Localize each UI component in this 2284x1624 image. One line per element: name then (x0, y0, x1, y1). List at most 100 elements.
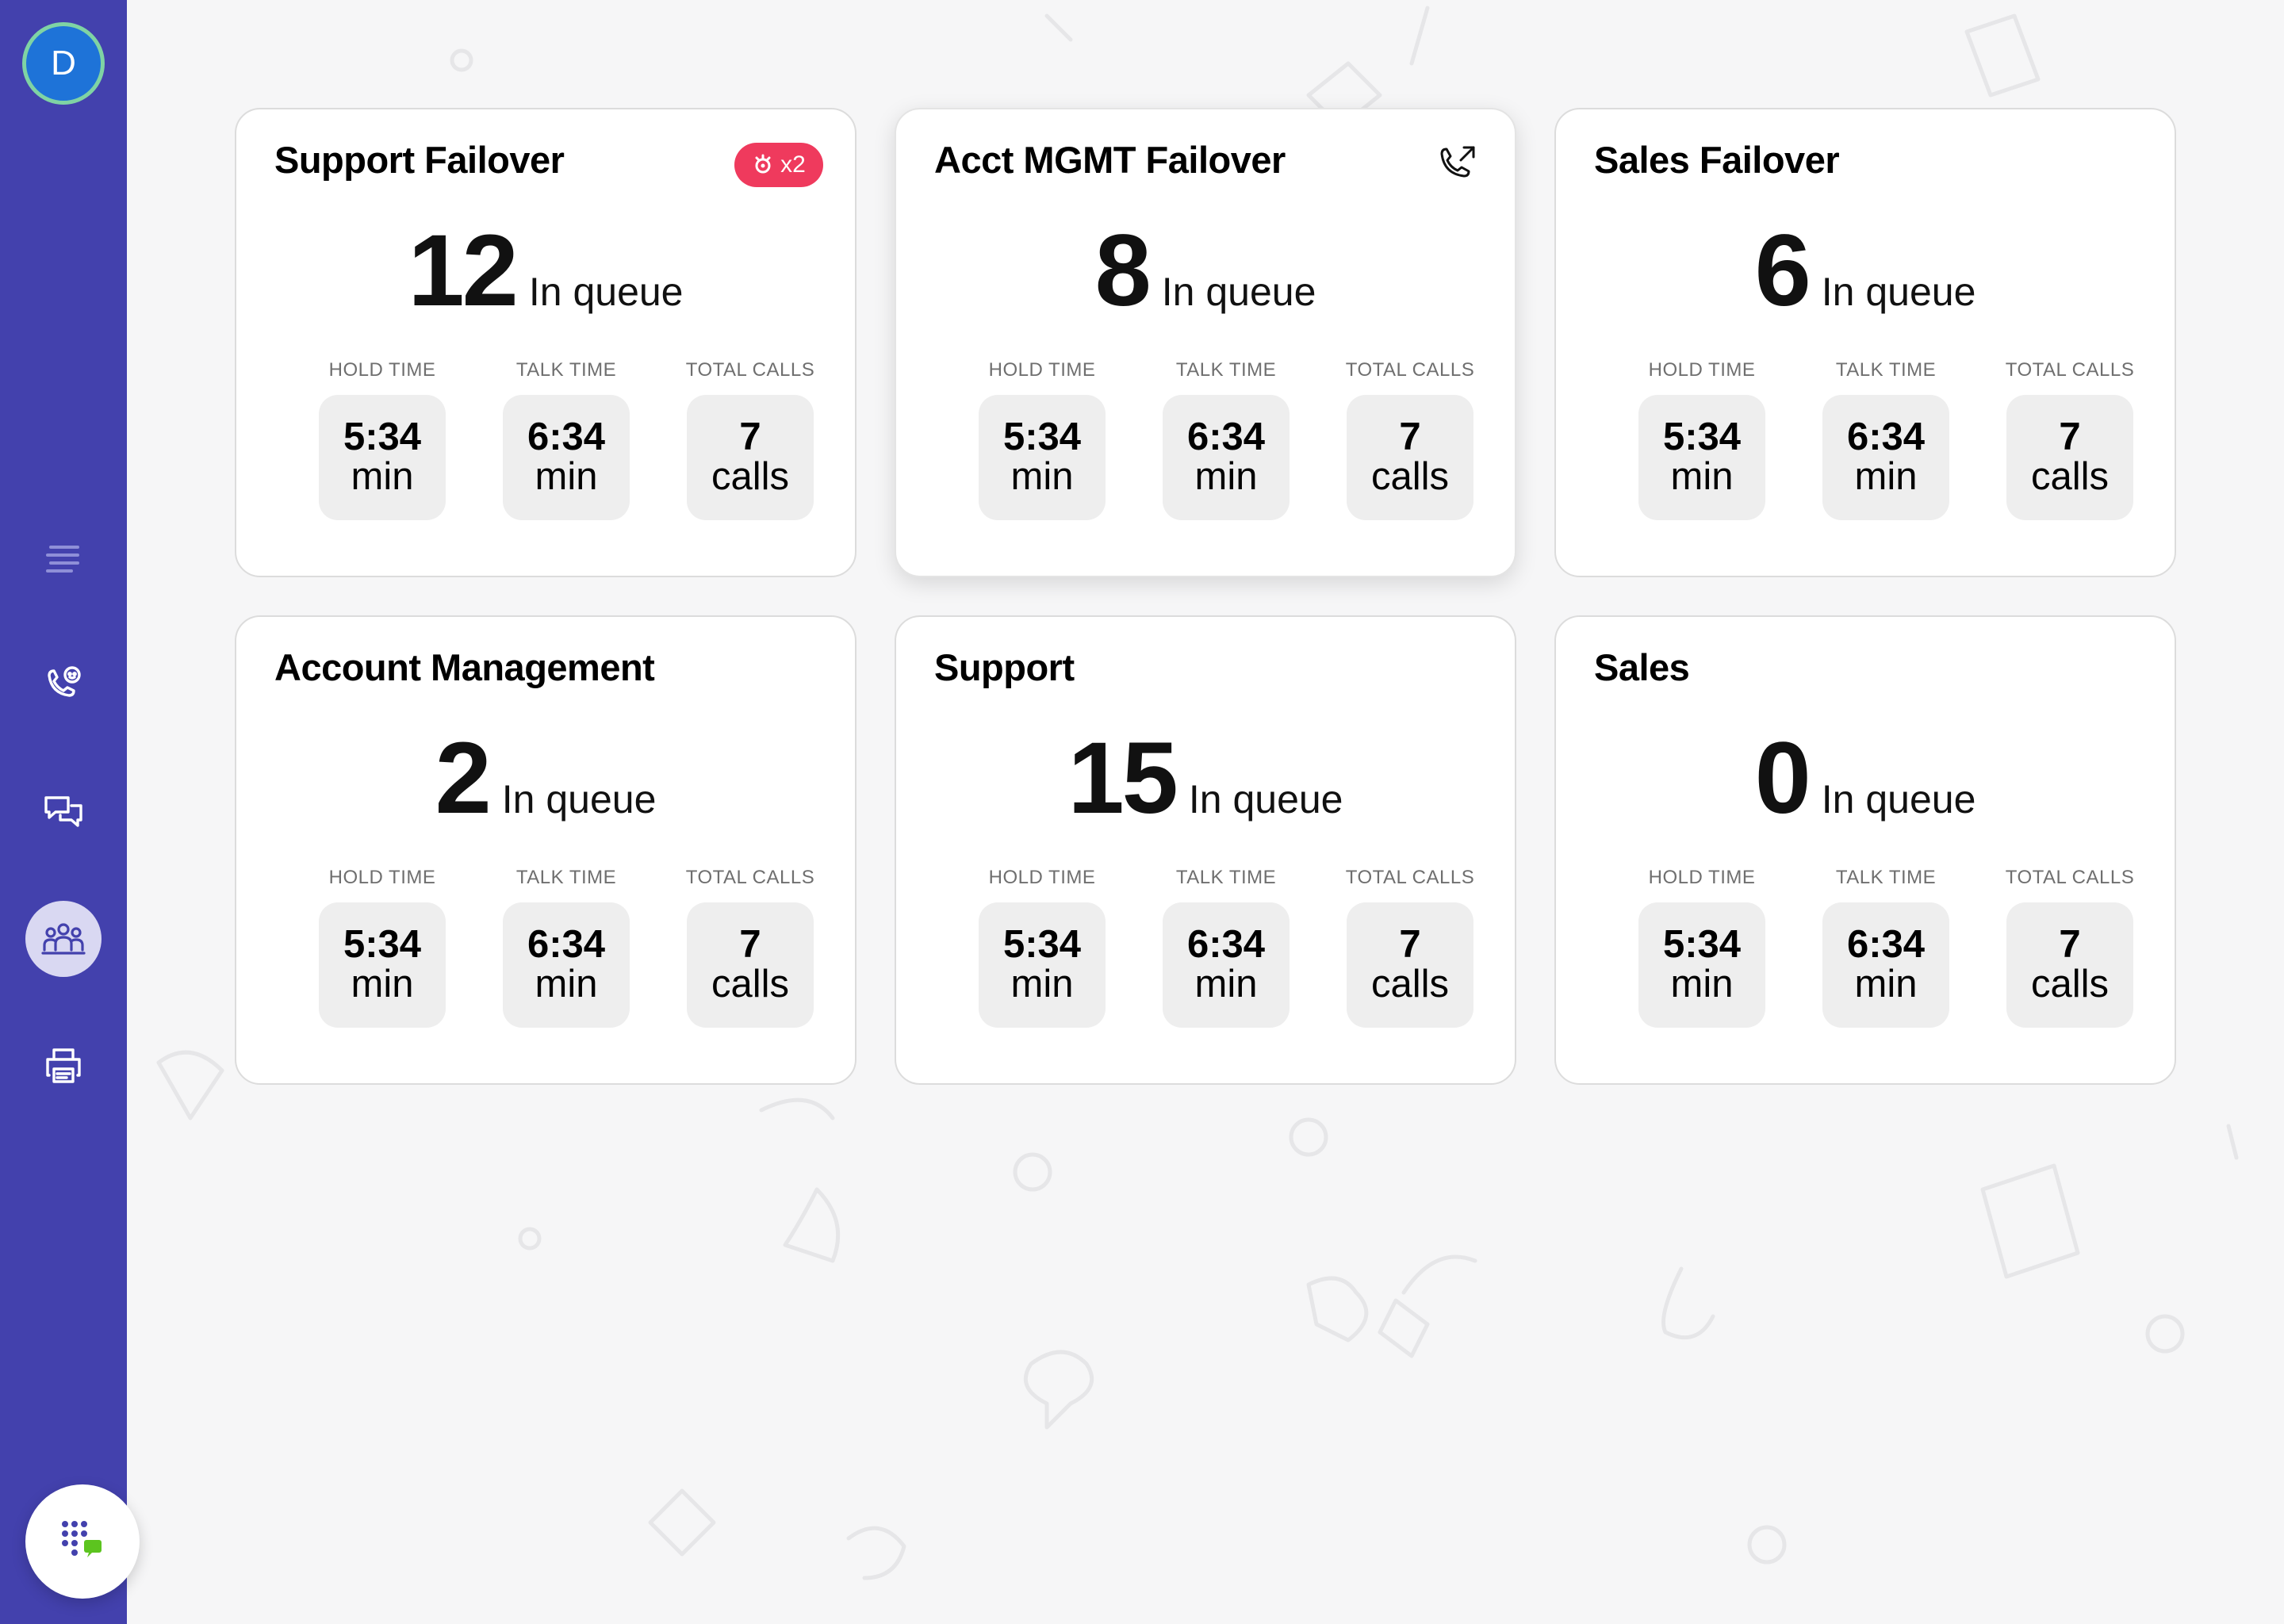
stat-unit: min (1194, 455, 1258, 498)
stat-unit: min (1854, 455, 1918, 498)
talk-time-stat: TALK TIME 6:34 min (1147, 357, 1305, 520)
alert-badge[interactable]: x2 (734, 143, 823, 187)
stat-label: TALK TIME (515, 867, 617, 888)
queue-count: 0 In queue (1556, 728, 2175, 829)
total-calls-stat: TOTAL CALLS 7 calls (1991, 864, 2149, 1028)
alert-icon (755, 154, 771, 174)
queue-number: 6 (1754, 214, 1811, 327)
talk-time-value: 6:34 (1186, 416, 1266, 459)
hold-time-value: 5:34 (343, 416, 422, 459)
talk-time-stat: TALK TIME 6:34 min (487, 357, 646, 520)
stat-unit: min (535, 963, 598, 1005)
queue-card[interactable]: Sales 0 In queue HOLD TIME 5:34 min TALK … (1554, 615, 2176, 1085)
card-title: Support Failover (274, 139, 565, 181)
hold-time-value: 5:34 (1002, 416, 1082, 459)
queue-card[interactable]: Support 15 In queue HOLD TIME 5:34 min TA… (895, 615, 1516, 1085)
stat-value-box: 7 calls (687, 395, 814, 520)
sidebar-item-team[interactable] (25, 901, 102, 977)
queue-card[interactable]: Acct MGMT Failover 8 In queue HOLD TIME 5… (895, 108, 1516, 577)
queue-count: 15 In queue (896, 728, 1515, 829)
stat-label: TOTAL CALLS (1345, 867, 1475, 888)
queue-card[interactable]: Sales Failover 6 In queue HOLD TIME 5:34 … (1554, 108, 2176, 577)
stat-value-box: 5:34 min (979, 902, 1106, 1028)
stat-value-box: 7 calls (2006, 395, 2133, 520)
stat-label: TOTAL CALLS (685, 359, 815, 381)
stat-unit: calls (711, 455, 790, 498)
queue-label: In queue (528, 270, 684, 314)
stat-label: TALK TIME (1835, 867, 1937, 888)
queue-label: In queue (1821, 777, 1976, 822)
stat-value-box: 7 calls (1347, 902, 1473, 1028)
card-title: Acct MGMT Failover (934, 139, 1286, 181)
stat-unit: calls (1370, 963, 1450, 1005)
total-calls-stat: TOTAL CALLS 7 calls (671, 357, 830, 520)
stats-row: HOLD TIME 5:34 min TALK TIME 6:34 min TO… (236, 864, 855, 1028)
stat-unit: calls (1370, 455, 1450, 498)
talk-time-stat: TALK TIME 6:34 min (1807, 357, 1965, 520)
total-calls-value: 7 (739, 416, 761, 459)
hold-time-value: 5:34 (1662, 416, 1742, 459)
dialpad-icon (62, 1521, 102, 1557)
stat-value-box: 5:34 min (1638, 395, 1765, 520)
talk-time-value: 6:34 (1846, 416, 1926, 459)
sidebar-item-calls[interactable] (32, 653, 95, 717)
queue-number: 8 (1094, 214, 1152, 327)
phone-outgoing-icon[interactable] (1435, 141, 1480, 186)
stats-row: HOLD TIME 5:34 min TALK TIME 6:34 min TO… (1556, 357, 2175, 520)
stat-unit: min (351, 455, 414, 498)
total-calls-value: 7 (1399, 416, 1421, 459)
stat-value-box: 7 calls (1347, 395, 1473, 520)
stat-unit: min (1670, 455, 1734, 498)
stat-value-box: 5:34 min (319, 395, 446, 520)
stat-value-box: 7 calls (2006, 902, 2133, 1028)
stat-value-box: 6:34 min (503, 395, 630, 520)
queue-card[interactable]: Support Failover x2 12 In queue HOLD TIME… (235, 108, 856, 577)
stat-label: TALK TIME (515, 359, 617, 381)
queue-card[interactable]: Account Management 2 In queue HOLD TIME 5… (235, 615, 856, 1085)
stat-unit: calls (2030, 963, 2110, 1005)
stat-value-box: 6:34 min (1163, 395, 1290, 520)
stat-label: TALK TIME (1175, 867, 1277, 888)
stat-label: HOLD TIME (1648, 359, 1756, 381)
avatar[interactable]: D (22, 22, 105, 105)
total-calls-value: 7 (1399, 923, 1421, 967)
stat-label: HOLD TIME (1648, 867, 1756, 888)
phone-agent-icon (48, 666, 81, 697)
queue-number: 12 (408, 214, 518, 327)
stat-unit: calls (711, 963, 790, 1005)
stat-unit: min (535, 455, 598, 498)
hold-time-value: 5:34 (1662, 923, 1742, 967)
card-title: Sales Failover (1594, 139, 1840, 181)
stat-unit: min (1010, 455, 1074, 498)
hold-time-stat: HOLD TIME 5:34 min (963, 357, 1121, 520)
stat-label: HOLD TIME (988, 867, 1096, 888)
talk-time-stat: TALK TIME 6:34 min (487, 864, 646, 1028)
stat-unit: min (1010, 963, 1074, 1005)
dialpad-button[interactable] (25, 1484, 140, 1599)
sidebar-item-printer[interactable] (32, 1034, 95, 1097)
queue-label: In queue (1821, 270, 1976, 314)
stat-value-box: 6:34 min (1822, 902, 1949, 1028)
stat-label: TALK TIME (1835, 359, 1937, 381)
sidebar-item-chat[interactable] (32, 780, 95, 844)
total-calls-value: 7 (2059, 923, 2081, 967)
talk-time-value: 6:34 (1846, 923, 1926, 967)
stats-row: HOLD TIME 5:34 min TALK TIME 6:34 min TO… (236, 357, 855, 520)
total-calls-stat: TOTAL CALLS 7 calls (1331, 864, 1489, 1028)
hold-time-value: 5:34 (1002, 923, 1082, 967)
queue-number: 2 (435, 722, 492, 835)
hold-time-stat: HOLD TIME 5:34 min (1623, 864, 1781, 1028)
talk-time-value: 6:34 (527, 923, 606, 967)
stat-value-box: 5:34 min (319, 902, 446, 1028)
printer-icon (46, 1048, 81, 1083)
stat-unit: min (1670, 963, 1734, 1005)
stat-unit: min (1194, 963, 1258, 1005)
stat-label: TALK TIME (1175, 359, 1277, 381)
team-icon (41, 923, 86, 955)
stat-unit: calls (2030, 455, 2110, 498)
stat-label: HOLD TIME (988, 359, 1096, 381)
sidebar-item-list[interactable] (32, 527, 95, 590)
stats-row: HOLD TIME 5:34 min TALK TIME 6:34 min TO… (896, 864, 1515, 1028)
stat-label: TOTAL CALLS (2005, 867, 2135, 888)
stat-value-box: 6:34 min (503, 902, 630, 1028)
